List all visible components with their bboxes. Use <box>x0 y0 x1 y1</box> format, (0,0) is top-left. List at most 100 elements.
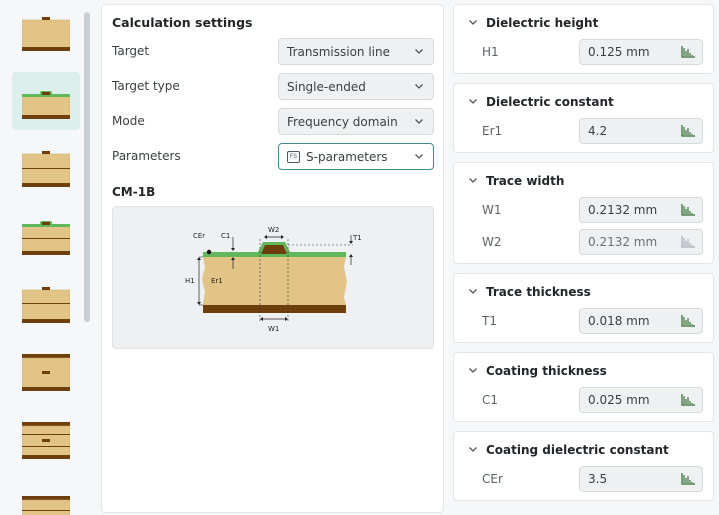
chevron-down-icon <box>415 84 423 89</box>
field-value: 3.5 <box>588 472 608 486</box>
field-row: W2 0.2132 mm <box>454 229 713 255</box>
stackup-thumb-icon <box>22 354 70 391</box>
chart-icon[interactable] <box>680 393 696 407</box>
structure-list <box>0 0 96 515</box>
card-title: Trace width <box>486 174 565 188</box>
w1-input[interactable]: 0.2132 mm <box>579 197 703 223</box>
field-row: T1 0.018 mm <box>454 308 713 334</box>
structure-thumb-2[interactable] <box>12 72 80 130</box>
h1-label: H1 <box>185 277 195 285</box>
card-coating-dielectric-constant: Coating dielectric constant CEr 3.5 <box>453 431 714 501</box>
field-value: 0.2132 mm <box>588 203 658 217</box>
structure-thumb-6[interactable] <box>12 344 80 402</box>
chevron-down-icon <box>415 119 423 124</box>
chevron-down-icon[interactable] <box>468 286 478 296</box>
card-dielectric-constant: Dielectric constant Er1 4.2 <box>453 83 714 153</box>
stackup-diagram: CEr C1 W2 T1 H1 Er1 W1 <box>112 206 434 349</box>
parameters-select[interactable]: FS S-parameters <box>278 143 434 170</box>
target-type-select[interactable]: Single-ended <box>278 73 434 100</box>
card-coating-thickness: Coating thickness C1 0.025 mm <box>453 352 714 422</box>
chart-icon[interactable] <box>680 203 696 217</box>
target-type-label: Target type <box>112 79 180 93</box>
parameters-value: S-parameters <box>306 149 388 164</box>
w2-label: W2 <box>268 226 279 234</box>
chevron-down-icon[interactable] <box>468 17 478 27</box>
structure-thumb-8[interactable] <box>12 480 80 515</box>
field-value: 0.018 mm <box>588 314 650 328</box>
stackup-thumb-icon <box>22 17 70 51</box>
er1-label: Er1 <box>211 277 223 285</box>
cer-input[interactable]: 3.5 <box>579 466 703 492</box>
field-label: W2 <box>482 235 502 249</box>
card-title: Trace thickness <box>486 285 591 299</box>
w1-label: W1 <box>268 325 279 333</box>
field-row: Er1 4.2 <box>454 118 713 144</box>
cross-section-illustration: CEr C1 W2 T1 H1 Er1 W1 <box>185 226 362 333</box>
parameters-label: Parameters <box>112 149 181 163</box>
chart-icon[interactable] <box>680 45 696 59</box>
t1-input[interactable]: 0.018 mm <box>579 308 703 334</box>
c1-input[interactable]: 0.025 mm <box>579 387 703 413</box>
t1-label: T1 <box>352 234 362 242</box>
chevron-down-icon[interactable] <box>468 96 478 106</box>
structure-thumb-7[interactable] <box>12 412 80 470</box>
field-label: T1 <box>482 314 497 328</box>
target-select[interactable]: Transmission line <box>278 38 434 65</box>
structure-thumb-3[interactable] <box>12 140 80 198</box>
chevron-down-icon[interactable] <box>468 365 478 375</box>
card-title: Dielectric constant <box>486 95 614 109</box>
stackup-thumb-icon <box>22 91 70 119</box>
field-label: CEr <box>482 472 503 486</box>
card-title: Dielectric height <box>486 16 599 30</box>
field-row: CEr 3.5 <box>454 466 713 492</box>
field-value: 4.2 <box>588 124 608 138</box>
calculation-settings-panel: Calculation settings Target Transmission… <box>101 4 444 513</box>
er1-input[interactable]: 4.2 <box>579 118 703 144</box>
target-label: Target <box>112 44 150 58</box>
cer-label: CEr <box>193 232 205 240</box>
chevron-down-icon[interactable] <box>468 175 478 185</box>
card-trace-width: Trace width W1 0.2132 mm W2 0.2132 mm <box>453 162 714 264</box>
field-row: H1 0.125 mm <box>454 39 713 65</box>
mode-value: Frequency domain <box>287 114 398 129</box>
card-dielectric-height: Dielectric height H1 0.125 mm <box>453 4 714 74</box>
field-label: C1 <box>482 393 499 407</box>
card-trace-thickness: Trace thickness T1 0.018 mm <box>453 273 714 343</box>
field-row: C1 0.025 mm <box>454 387 713 413</box>
stackup-thumb-icon <box>22 422 70 459</box>
stackup-thumb-icon <box>22 151 70 187</box>
card-title: Coating dielectric constant <box>486 443 669 457</box>
structure-list-scrollbar[interactable] <box>84 12 90 322</box>
field-value: 0.2132 mm <box>588 235 658 249</box>
structure-thumb-5[interactable] <box>12 276 80 334</box>
structure-thumb-4[interactable] <box>12 208 80 266</box>
chart-icon <box>681 236 695 248</box>
stackup-thumb-icon <box>22 287 70 323</box>
fs-icon: FS <box>287 150 300 163</box>
card-title: Coating thickness <box>486 364 607 378</box>
mode-label: Mode <box>112 114 145 128</box>
target-type-value: Single-ended <box>287 79 366 94</box>
chart-icon[interactable] <box>680 472 696 486</box>
field-label: W1 <box>482 203 502 217</box>
panel-title: Calculation settings <box>112 15 253 30</box>
field-row: W1 0.2132 mm <box>454 197 713 223</box>
structure-thumb-1[interactable] <box>12 4 80 62</box>
field-label: H1 <box>482 45 499 59</box>
h1-input[interactable]: 0.125 mm <box>579 39 703 65</box>
chevron-down-icon <box>415 49 423 54</box>
chevron-down-icon[interactable] <box>468 444 478 454</box>
chart-icon[interactable] <box>680 124 696 138</box>
chevron-down-icon <box>415 154 423 159</box>
mode-select[interactable]: Frequency domain <box>278 108 434 135</box>
stackup-thumb-icon <box>22 496 70 515</box>
target-value: Transmission line <box>287 44 390 59</box>
model-title: CM-1B <box>112 185 156 199</box>
chart-icon[interactable] <box>680 314 696 328</box>
field-value: 0.025 mm <box>588 393 650 407</box>
c1-label: C1 <box>221 232 230 240</box>
field-value: 0.125 mm <box>588 45 650 59</box>
stackup-thumb-icon <box>22 221 70 255</box>
w2-input[interactable]: 0.2132 mm <box>579 229 703 255</box>
field-label: Er1 <box>482 124 503 138</box>
